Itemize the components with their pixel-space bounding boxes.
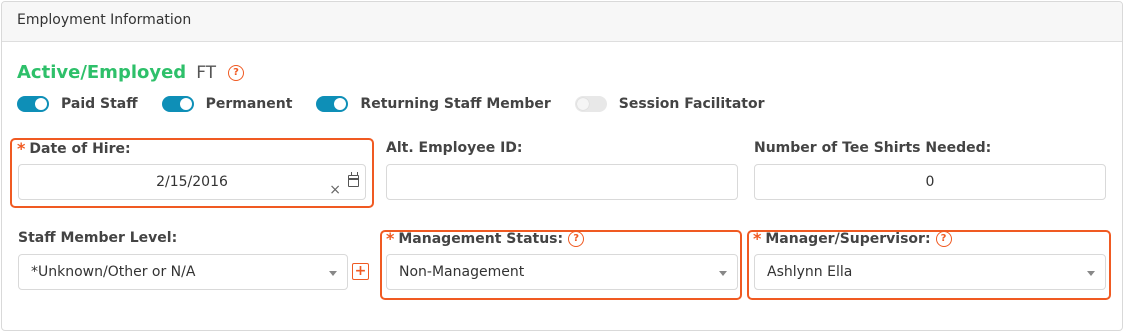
clear-icon[interactable]: ×: [329, 173, 341, 207]
management-status-select[interactable]: Non-Management: [386, 254, 738, 290]
staff-toggles: Paid Staff Permanent Returning Staff Mem…: [17, 96, 789, 112]
management-status-value: Non-Management: [399, 264, 525, 280]
staff-member-level-label: Staff Member Level:: [18, 230, 178, 246]
toggle-label: Paid Staff: [61, 96, 138, 112]
chevron-down-icon: [329, 271, 337, 276]
add-staff-level-button[interactable]: +: [352, 263, 369, 280]
toggle-returning-staff[interactable]: Returning Staff Member: [316, 96, 551, 112]
employment-status: Active/Employed FT ?: [17, 62, 245, 83]
chevron-down-icon: [719, 271, 727, 276]
alt-employee-id-label: Alt. Employee ID:: [386, 140, 523, 156]
question-circle-icon[interactable]: ?: [228, 64, 245, 81]
manager-supervisor-label-text: Manager/Supervisor:: [765, 230, 931, 247]
chevron-down-icon: [1087, 271, 1095, 276]
required-marker: *: [17, 139, 26, 158]
management-status-label-text: Management Status:: [398, 230, 564, 247]
toggle-paid-staff[interactable]: Paid Staff: [17, 96, 138, 112]
staff-member-level-select[interactable]: *Unknown/Other or N/A: [18, 254, 348, 290]
question-circle-icon[interactable]: ?: [568, 230, 585, 247]
tee-shirts-input[interactable]: 0: [754, 164, 1106, 200]
toggle-label: Returning Staff Member: [360, 96, 551, 112]
tee-shirts-value: 0: [925, 174, 935, 190]
toggle-permanent[interactable]: Permanent: [161, 96, 293, 112]
paid-staff-switch[interactable]: [17, 96, 49, 112]
returning-staff-switch[interactable]: [316, 96, 349, 112]
required-marker: *: [753, 229, 762, 248]
session-facilitator-switch[interactable]: [574, 96, 607, 112]
toggle-session-facilitator[interactable]: Session Facilitator: [574, 96, 765, 112]
alt-employee-id-input[interactable]: [386, 164, 738, 200]
required-marker: *: [386, 229, 395, 248]
manager-supervisor-select[interactable]: Ashlynn Ella: [754, 254, 1106, 290]
employment-type-label: FT: [196, 62, 217, 83]
date-of-hire-value: 2/15/2016: [156, 174, 228, 190]
staff-member-level-value: *Unknown/Other or N/A: [31, 264, 196, 280]
date-of-hire-label: * Date of Hire:: [17, 139, 131, 158]
calendar-icon[interactable]: [348, 172, 359, 187]
date-of-hire-input[interactable]: 2/15/2016 ×: [18, 164, 366, 200]
manager-supervisor-value: Ashlynn Ella: [767, 264, 853, 280]
toggle-label: Session Facilitator: [618, 96, 765, 112]
permanent-switch[interactable]: [161, 96, 194, 112]
management-status-label: * Management Status: ?: [386, 229, 585, 248]
card-title: Employment Information: [17, 12, 192, 28]
toggle-label: Permanent: [205, 96, 293, 112]
employment-status-label: Active/Employed: [17, 62, 187, 83]
date-of-hire-label-text: Date of Hire:: [29, 140, 131, 157]
tee-shirts-label: Number of Tee Shirts Needed:: [754, 140, 992, 156]
question-circle-icon[interactable]: ?: [935, 230, 952, 247]
manager-supervisor-label: * Manager/Supervisor: ?: [753, 229, 952, 248]
